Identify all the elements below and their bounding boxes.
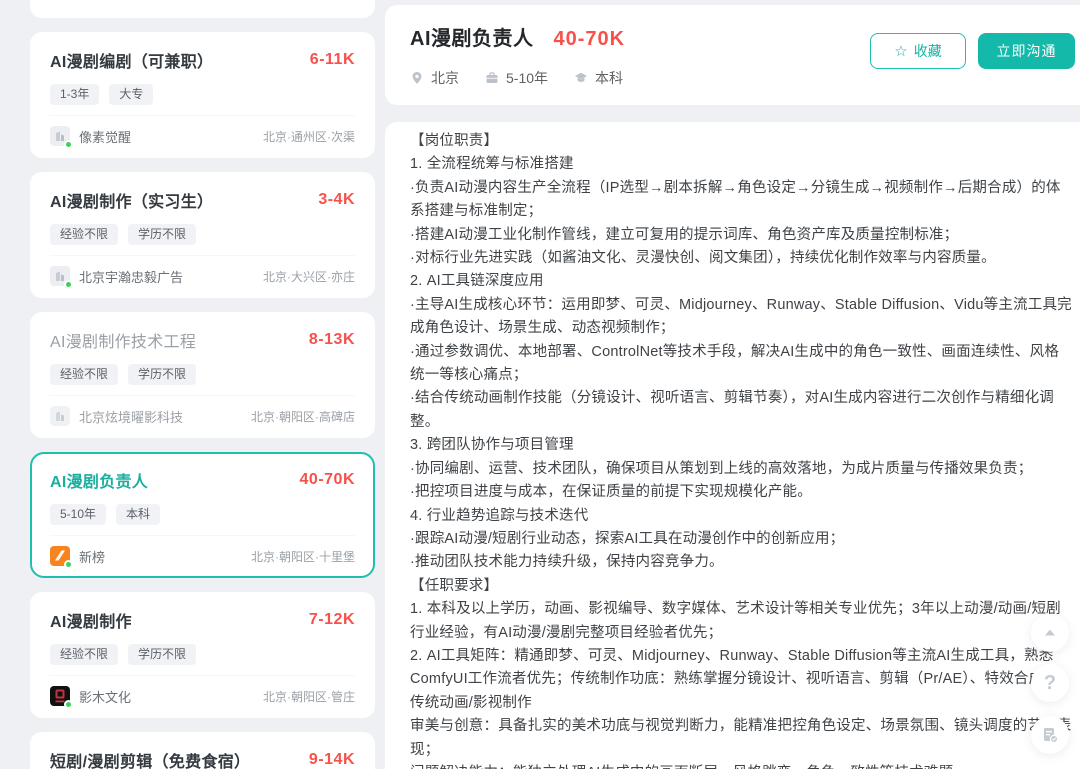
company-logo bbox=[50, 126, 70, 146]
tag-experience: 经验不限 bbox=[50, 224, 118, 245]
company-name: 像素觉醒 bbox=[79, 127, 263, 146]
job-description-text: 【岗位职责】 1. 全流程统筹与标准搭建 ·负责AI动漫内容生产全流程（IP选型… bbox=[410, 130, 1072, 769]
job-description-panel: 【岗位职责】 1. 全流程统筹与标准搭建 ·负责AI动漫内容生产全流程（IP选型… bbox=[385, 122, 1080, 769]
building-icon bbox=[50, 406, 70, 426]
online-status-dot bbox=[64, 560, 73, 569]
job-card-selected[interactable]: AI漫剧负责人 40-70K 5-10年 本科 新榜 北京·朝阳区·十里堡 bbox=[30, 452, 375, 578]
job-card-partial-bottom[interactable]: 短剧/漫剧剪辑（免费食宿） 9-14K bbox=[30, 732, 375, 769]
job-salary: 3-4K bbox=[318, 191, 355, 209]
job-title: AI漫剧制作技术工程 bbox=[50, 328, 196, 352]
tag-experience: 5-10年 bbox=[50, 504, 106, 525]
online-status-dot bbox=[64, 280, 73, 289]
job-detail-header: AI漫剧负责人 40-70K 北京 5-10年 本科 ☆ 收藏 立即沟通 bbox=[385, 5, 1080, 105]
tag-experience: 1-3年 bbox=[50, 84, 99, 105]
job-card[interactable]: AI漫剧制作（实习生） 3-4K 经验不限 学历不限 北京宇瀚忠毅广告 北京·大… bbox=[30, 172, 375, 298]
job-title: AI漫剧制作 bbox=[50, 608, 132, 632]
tag-experience: 经验不限 bbox=[50, 364, 118, 385]
company-name: 北京炫境曜影科技 bbox=[79, 407, 251, 426]
job-list-sidebar: AI漫剧编剧（可兼职） 6-11K 1-3年 大专 像素觉醒 北京·通州区·次渠… bbox=[0, 0, 385, 769]
chat-now-button-label: 立即沟通 bbox=[997, 41, 1057, 61]
tag-education: 学历不限 bbox=[128, 224, 196, 245]
meta-city: 北京 bbox=[410, 68, 459, 88]
job-salary: 7-12K bbox=[309, 611, 355, 629]
job-title: AI漫剧制作（实习生） bbox=[50, 188, 213, 212]
back-to-top-button[interactable] bbox=[1031, 614, 1069, 652]
feedback-button[interactable] bbox=[1031, 716, 1069, 754]
job-title: AI漫剧编剧（可兼职） bbox=[50, 48, 213, 72]
tag-education: 大专 bbox=[109, 84, 153, 105]
arrow-up-icon bbox=[1042, 625, 1058, 641]
job-location: 北京·朝阳区·十里堡 bbox=[251, 548, 355, 565]
location-pin-icon bbox=[410, 71, 424, 85]
meta-city-label: 北京 bbox=[431, 68, 459, 88]
meta-education-label: 本科 bbox=[595, 68, 623, 88]
feedback-form-icon bbox=[1041, 726, 1059, 744]
detail-job-title: AI漫剧负责人 bbox=[410, 22, 534, 51]
tag-experience: 经验不限 bbox=[50, 644, 118, 665]
job-title: 短剧/漫剧剪辑（免费食宿） bbox=[50, 748, 250, 769]
star-icon: ☆ bbox=[894, 44, 907, 59]
job-salary: 6-11K bbox=[310, 51, 355, 69]
job-card-viewed[interactable]: AI漫剧制作技术工程 8-13K 经验不限 学历不限 北京炫境曜影科技 北京·朝… bbox=[30, 312, 375, 438]
job-salary: 8-13K bbox=[309, 331, 355, 349]
meta-experience-label: 5-10年 bbox=[506, 68, 548, 88]
company-logo bbox=[50, 686, 70, 706]
question-mark-icon: ? bbox=[1044, 672, 1056, 695]
company-name: 影木文化 bbox=[79, 687, 263, 706]
tag-education: 本科 bbox=[116, 504, 160, 525]
meta-education: 本科 bbox=[574, 68, 623, 88]
job-location: 北京·朝阳区·高碑店 bbox=[251, 408, 355, 425]
favorite-button-label: 收藏 bbox=[914, 41, 942, 61]
job-location: 北京·大兴区·亦庄 bbox=[263, 268, 355, 285]
favorite-button[interactable]: ☆ 收藏 bbox=[870, 33, 966, 69]
online-status-dot bbox=[64, 140, 73, 149]
help-button[interactable]: ? bbox=[1031, 664, 1069, 702]
company-logo bbox=[50, 546, 70, 566]
job-location: 北京·朝阳区·管庄 bbox=[263, 688, 355, 705]
detail-job-salary: 40-70K bbox=[554, 28, 626, 51]
company-name: 新榜 bbox=[79, 547, 251, 566]
online-status-dot bbox=[64, 700, 73, 709]
job-card[interactable]: AI漫剧编剧（可兼职） 6-11K 1-3年 大专 像素觉醒 北京·通州区·次渠 bbox=[30, 32, 375, 158]
job-card[interactable]: AI漫剧制作 7-12K 经验不限 学历不限 影木文化 北京·朝阳区·管庄 bbox=[30, 592, 375, 718]
job-title: AI漫剧负责人 bbox=[50, 468, 148, 492]
briefcase-icon bbox=[485, 71, 499, 85]
job-detail-panel: AI漫剧负责人 40-70K 北京 5-10年 本科 ☆ 收藏 立即沟通 bbox=[385, 0, 1080, 769]
company-logo bbox=[50, 406, 70, 426]
job-salary: 40-70K bbox=[300, 471, 355, 489]
job-salary: 9-14K bbox=[309, 751, 355, 769]
job-card-partial-top[interactable] bbox=[30, 0, 375, 18]
tag-education: 学历不限 bbox=[128, 644, 196, 665]
job-location: 北京·通州区·次渠 bbox=[263, 128, 355, 145]
company-name: 北京宇瀚忠毅广告 bbox=[79, 267, 263, 286]
graduation-cap-icon bbox=[574, 71, 588, 85]
chat-now-button[interactable]: 立即沟通 bbox=[978, 33, 1075, 69]
company-logo bbox=[50, 266, 70, 286]
tag-education: 学历不限 bbox=[128, 364, 196, 385]
meta-experience: 5-10年 bbox=[485, 68, 548, 88]
